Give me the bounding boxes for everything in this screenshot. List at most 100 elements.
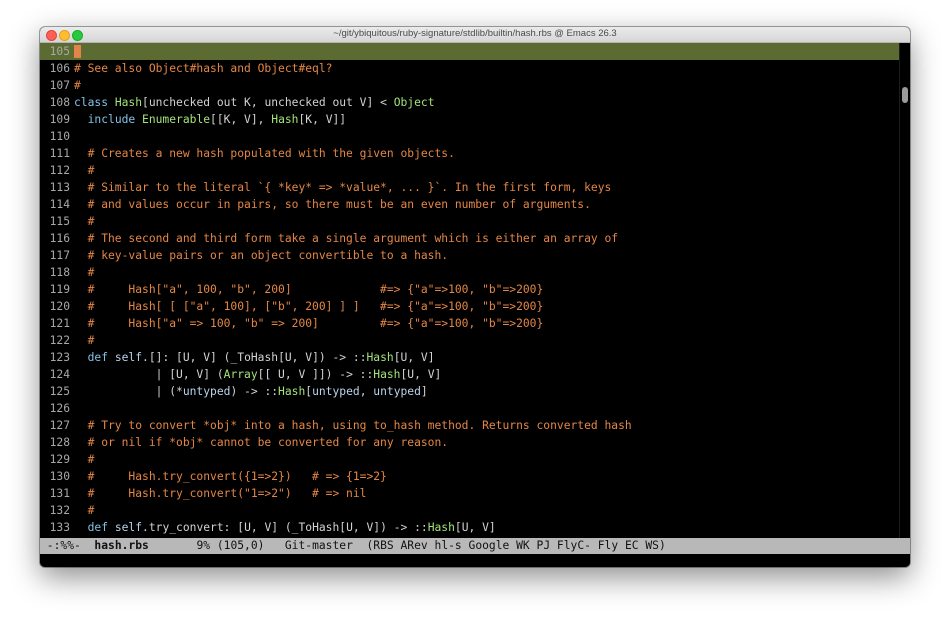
code-line[interactable]: 118 # xyxy=(40,264,900,281)
modeline-position: 9% (105,0) xyxy=(196,539,265,552)
code-line[interactable]: 129 # xyxy=(40,451,900,468)
code-type: Hash xyxy=(366,351,394,364)
code-keyword: include xyxy=(87,113,143,126)
vertical-scrollbar[interactable] xyxy=(899,43,910,538)
line-number: 115 xyxy=(49,215,70,228)
code-line[interactable]: 132 # xyxy=(40,502,900,519)
code-line[interactable]: 113 # Similar to the literal `{ *key* =>… xyxy=(40,179,900,196)
code-comment: # xyxy=(74,266,95,279)
code-comment: # and values occur in pairs, so there mu… xyxy=(74,198,591,211)
line-number: 113 xyxy=(49,181,70,194)
code-text: .[]: [U, V] (_ToHash[U, V]) -> :: xyxy=(142,351,367,364)
line-number: 121 xyxy=(49,317,70,330)
code-keyword: def xyxy=(87,521,115,534)
scrollbar-thumb[interactable] xyxy=(902,87,908,103)
code-line[interactable]: 114 # and values occur in pairs, so ther… xyxy=(40,196,900,213)
code-type: Hash xyxy=(278,385,306,398)
code-comment: # xyxy=(74,334,95,347)
code-line[interactable]: 120 # Hash[ [ ["a", 100], ["b", 200] ] ]… xyxy=(40,298,900,315)
code-type: Object xyxy=(393,96,435,109)
code-line[interactable]: 115 # xyxy=(40,213,900,230)
line-number: 106 xyxy=(49,62,70,75)
mode-line: -:%%- hash.rbs 9% (105,0) Git-master (RB… xyxy=(40,538,910,554)
code-comment: # Creates a new hash populated with the … xyxy=(74,147,455,160)
code-line[interactable]: 105 # xyxy=(40,43,900,60)
code-keyword: class xyxy=(74,96,115,109)
code-line[interactable]: 112 # xyxy=(40,162,900,179)
line-number: 117 xyxy=(49,249,70,262)
code-line[interactable]: 107 # xyxy=(40,77,900,94)
line-number: 126 xyxy=(49,402,70,415)
code-type: Array xyxy=(223,368,258,381)
code-line[interactable]: 119 # Hash["a", 100, "b", 200] #=> {"a"=… xyxy=(40,281,900,298)
line-number: 114 xyxy=(49,198,70,211)
code-text: [U, V] xyxy=(454,521,496,534)
line-number: 125 xyxy=(49,385,70,398)
line-number: 105 xyxy=(49,45,70,58)
code-text: | [U, V] ( xyxy=(74,368,224,381)
code-text: untyped xyxy=(312,385,360,398)
code-comment: # xyxy=(74,504,95,517)
line-number: 107 xyxy=(49,79,70,92)
code-line[interactable]: 110 xyxy=(40,128,900,145)
line-number: 116 xyxy=(49,232,70,245)
code-line[interactable]: 126 xyxy=(40,400,900,417)
title-bar[interactable]: ~/git/ybiquitous/ruby-signature/stdlib/b… xyxy=(40,27,910,43)
code-comment: # xyxy=(74,453,95,466)
emacs-window: ~/git/ybiquitous/ruby-signature/stdlib/b… xyxy=(40,27,910,567)
line-number: 112 xyxy=(49,164,70,177)
code-line[interactable]: 127 # Try to convert *obj* into a hash, … xyxy=(40,417,900,434)
line-number: 129 xyxy=(49,453,70,466)
minibuffer[interactable] xyxy=(40,554,910,567)
code-line[interactable]: 109 include Enumerable[[K, V], Hash[K, V… xyxy=(40,111,900,128)
code-text: | (* xyxy=(74,385,183,398)
code-comment: # Similar to the literal `{ *key* => *va… xyxy=(74,181,612,194)
line-number: 120 xyxy=(49,300,70,313)
code-line[interactable]: 116 # The second and third form take a s… xyxy=(40,230,900,247)
line-number: 119 xyxy=(49,283,70,296)
modeline-status: -:%%- xyxy=(40,539,81,552)
code-line[interactable]: 111 # Creates a new hash populated with … xyxy=(40,145,900,162)
code-line[interactable]: 133 def self.try_convert: [U, V] (_ToHas… xyxy=(40,519,900,536)
code-line[interactable]: 130 # Hash.try_convert({1=>2}) # => {1=>… xyxy=(40,468,900,485)
code-text: [U, V] xyxy=(400,368,442,381)
code-type: Hash xyxy=(114,96,143,109)
code-line[interactable]: 117 # key-value pairs or an object conve… xyxy=(40,247,900,264)
modeline-vc-branch: Git-master xyxy=(284,539,353,552)
code-comment: # Try to convert *obj* into a hash, usin… xyxy=(74,419,632,432)
line-number: 131 xyxy=(49,487,70,500)
line-number: 108 xyxy=(49,96,70,109)
line-number: 123 xyxy=(49,351,70,364)
code-text: self xyxy=(114,521,143,534)
code-line[interactable]: 122 # xyxy=(40,332,900,349)
code-text: .try_convert: [U, V] (_ToHash[U, V]) -> … xyxy=(142,521,428,534)
code-line[interactable]: 108 class Hash[unchecked out K, unchecked… xyxy=(40,94,900,111)
line-number: 122 xyxy=(49,334,70,347)
line-number: 132 xyxy=(49,504,70,517)
code-text: [[K, V], xyxy=(210,113,272,126)
code-line[interactable]: 125 | (*untyped) -> ::Hash[untyped, unty… xyxy=(40,383,900,400)
code-text: ] xyxy=(420,385,428,398)
code-line[interactable]: 121 # Hash["a" => 100, "b" => 200] #=> {… xyxy=(40,315,900,332)
line-number: 118 xyxy=(49,266,70,279)
code-comment: # Hash.try_convert("1=>2") # => nil xyxy=(74,487,367,500)
code-text: , xyxy=(359,385,374,398)
code-line[interactable]: 123 def self.[]: [U, V] (_ToHash[U, V]) … xyxy=(40,349,900,366)
code-line[interactable]: 106 # See also Object#hash and Object#eql… xyxy=(40,60,900,77)
code-comment: # Hash[ [ ["a", 100], ["b", 200] ] ] #=>… xyxy=(74,300,544,313)
code-comment: # See also Object#hash and Object#eql? xyxy=(74,62,333,75)
code-text: untyped xyxy=(373,385,421,398)
code-comment: # key-value pairs or an object convertib… xyxy=(74,249,449,262)
code-text: [U, V] xyxy=(393,351,435,364)
code-text: [[ U, V ]]) -> :: xyxy=(257,368,374,381)
line-number: 130 xyxy=(49,470,70,483)
code-line[interactable]: 128 # or nil if *obj* cannot be converte… xyxy=(40,434,900,451)
line-number: 110 xyxy=(49,130,70,143)
code-text: [K, V]] xyxy=(298,113,347,126)
code-line[interactable]: 131 # Hash.try_convert("1=>2") # => nil xyxy=(40,485,900,502)
editor-buffer[interactable]: 105 #106 # See also Object#hash and Object… xyxy=(40,43,900,538)
code-line[interactable]: 124 | [U, V] (Array[[ U, V ]]) -> ::Hash… xyxy=(40,366,900,383)
